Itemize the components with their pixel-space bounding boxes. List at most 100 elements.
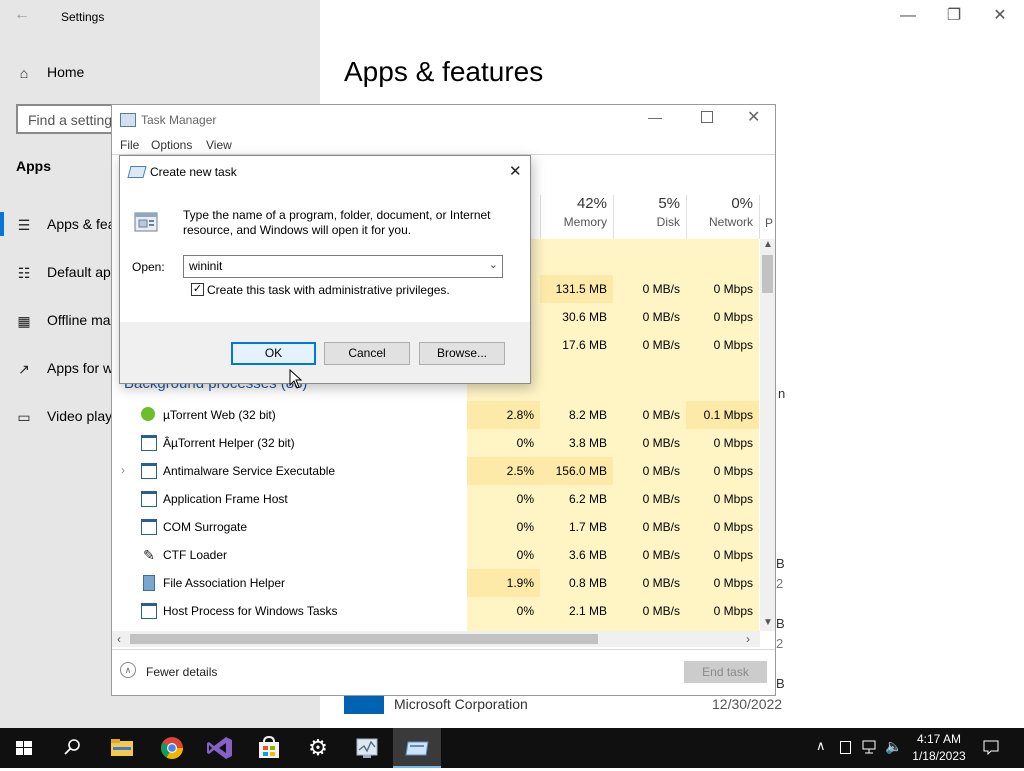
table-row[interactable]: Application Frame Host 0% 6.2 MB 0 MB/s … bbox=[112, 485, 759, 513]
visual-studio-icon[interactable] bbox=[196, 728, 244, 768]
process-name: Application Frame Host bbox=[163, 492, 288, 506]
chrome-icon[interactable] bbox=[148, 728, 196, 768]
show-hidden-icons-chevron-icon[interactable]: ∧ bbox=[816, 738, 826, 754]
peek-text: n bbox=[778, 386, 786, 401]
tray-app-icon[interactable] bbox=[840, 741, 851, 754]
cpu-value: 1.9% bbox=[467, 569, 540, 597]
run-dialog-taskbar-icon[interactable] bbox=[393, 728, 441, 768]
scroll-left-icon[interactable]: ‹ bbox=[117, 632, 121, 646]
menu-view[interactable]: View bbox=[206, 138, 232, 152]
column-disk[interactable]: 5% Disk bbox=[613, 195, 686, 239]
admin-checkbox[interactable]: ✓ bbox=[191, 283, 204, 296]
page-title: Apps & features bbox=[344, 56, 544, 87]
settings-gear-icon[interactable]: ⚙ bbox=[294, 728, 342, 768]
network-value: 0 Mbps bbox=[713, 548, 753, 562]
search-placeholder: Find a setting bbox=[28, 112, 113, 128]
close-icon[interactable]: ✕ bbox=[977, 0, 1023, 32]
process-name: COM Surrogate bbox=[163, 520, 248, 534]
windows-start-icon[interactable] bbox=[0, 728, 48, 768]
network-value: 0 Mbps bbox=[713, 520, 753, 534]
scroll-up-icon[interactable]: ▲ bbox=[763, 239, 773, 250]
memory-value: 17.6 MB bbox=[562, 338, 607, 352]
column-network[interactable]: 0% Network bbox=[686, 195, 759, 239]
app-window-icon bbox=[141, 463, 157, 479]
chevron-down-icon[interactable]: ⌄ bbox=[489, 258, 498, 271]
network-value: 0 Mbps bbox=[713, 576, 753, 590]
memory-value: 8.2 MB bbox=[568, 408, 607, 422]
volume-icon[interactable]: 🔈 bbox=[885, 738, 902, 755]
vertical-scroll-thumb[interactable] bbox=[762, 255, 773, 293]
fewer-details-chevron-icon[interactable]: ∧ bbox=[120, 662, 136, 678]
ok-button[interactable]: OK bbox=[231, 342, 316, 365]
fewer-details-link[interactable]: Fewer details bbox=[146, 665, 217, 679]
restore-icon[interactable]: ❐ bbox=[931, 0, 977, 32]
task-manager-taskbar-icon[interactable] bbox=[343, 728, 391, 768]
tm-minimize-icon[interactable]: — bbox=[648, 109, 662, 125]
minimize-icon[interactable]: — bbox=[885, 0, 931, 32]
menu-file[interactable]: File bbox=[120, 138, 139, 152]
file-explorer-icon[interactable] bbox=[98, 728, 146, 768]
memory-value: 30.6 MB bbox=[562, 310, 607, 324]
clock-date[interactable]: 1/18/2023 bbox=[910, 749, 968, 763]
vertical-scrollbar[interactable]: ▲ ▼ bbox=[760, 239, 775, 631]
open-combobox[interactable]: wininit ⌄ bbox=[183, 255, 503, 278]
end-task-button[interactable]: End task bbox=[684, 661, 767, 683]
network-value: 0 Mbps bbox=[713, 464, 753, 478]
nav-home[interactable]: ⌂ Home bbox=[0, 53, 320, 93]
peek-text: B bbox=[776, 556, 785, 571]
disk-value: 0 MB/s bbox=[642, 604, 680, 618]
mouse-pointer-icon bbox=[289, 368, 303, 389]
cancel-button[interactable]: Cancel bbox=[324, 342, 410, 365]
search-icon[interactable] bbox=[48, 728, 96, 768]
store-icon[interactable] bbox=[245, 728, 293, 768]
disk-percent: 5% bbox=[658, 195, 680, 212]
notifications-icon[interactable] bbox=[983, 740, 999, 756]
cpu-value: 2.8% bbox=[467, 401, 540, 429]
utorrent-icon bbox=[141, 407, 155, 421]
memory-value: 3.8 MB bbox=[568, 436, 607, 450]
table-row[interactable]: ✎ CTF Loader 0% 3.6 MB 0 MB/s 0 Mbps bbox=[112, 541, 759, 569]
horizontal-scrollbar[interactable]: ‹ › bbox=[112, 631, 760, 647]
network-percent: 0% bbox=[731, 195, 753, 212]
dialog-close-icon[interactable]: ✕ bbox=[509, 162, 522, 180]
process-name: ÂµTorrent Helper (32 bit) bbox=[163, 436, 295, 450]
memory-value: 6.2 MB bbox=[568, 492, 607, 506]
table-row[interactable]: COM Surrogate 0% 1.7 MB 0 MB/s 0 Mbps bbox=[112, 513, 759, 541]
memory-value: 3.6 MB bbox=[568, 548, 607, 562]
network-value: 0.1 Mbps bbox=[686, 401, 759, 429]
table-row[interactable]: ÂµTorrent Helper (32 bit) 0% 3.8 MB 0 MB… bbox=[112, 429, 759, 457]
cpu-value: 0% bbox=[516, 548, 534, 562]
disk-value: 0 MB/s bbox=[642, 310, 680, 324]
table-row[interactable]: File Association Helper 1.9% 0.8 MB 0 MB… bbox=[112, 569, 759, 597]
column-power[interactable]: P bbox=[759, 195, 776, 239]
table-row[interactable]: µTorrent Web (32 bit) 2.8% 8.2 MB 0 MB/s… bbox=[112, 401, 759, 429]
dialog-description: Type the name of a program, folder, docu… bbox=[183, 208, 491, 237]
memory-value: 131.5 MB bbox=[540, 275, 613, 303]
expand-chevron-icon[interactable]: › bbox=[121, 463, 125, 477]
disk-value: 0 MB/s bbox=[642, 576, 680, 590]
network-value: 0 Mbps bbox=[713, 436, 753, 450]
back-arrow-icon[interactable]: ← bbox=[14, 6, 30, 24]
tm-maximize-icon[interactable] bbox=[701, 111, 713, 123]
memory-value: 2.1 MB bbox=[568, 604, 607, 618]
network-icon[interactable] bbox=[862, 740, 878, 754]
open-label: Open: bbox=[132, 260, 165, 274]
scroll-right-icon[interactable]: › bbox=[746, 632, 750, 646]
ctf-pen-icon: ✎ bbox=[143, 547, 155, 563]
horizontal-scroll-thumb[interactable] bbox=[130, 634, 598, 644]
scroll-down-icon[interactable]: ▼ bbox=[763, 617, 773, 628]
admin-checkbox-label[interactable]: Create this task with administrative pri… bbox=[207, 283, 450, 297]
column-memory[interactable]: 42% Memory bbox=[540, 195, 613, 239]
nav-home-label: Home bbox=[47, 64, 85, 80]
table-row[interactable]: Host Process for Windows Tasks 0% 2.1 MB… bbox=[112, 597, 759, 625]
process-name: CTF Loader bbox=[163, 548, 228, 562]
clock-time[interactable]: 4:17 AM bbox=[915, 732, 963, 746]
menu-options[interactable]: Options bbox=[151, 138, 192, 152]
browse-button[interactable]: Browse... bbox=[419, 342, 505, 365]
process-name: Antimalware Service Executable bbox=[163, 464, 336, 478]
disk-value: 0 MB/s bbox=[642, 464, 680, 478]
tm-close-icon[interactable]: ✕ bbox=[747, 107, 760, 127]
table-row[interactable]: › Antimalware Service Executable 2.5% 15… bbox=[112, 457, 759, 485]
app-date: 12/30/2022 bbox=[712, 696, 783, 712]
open-input-value[interactable]: wininit bbox=[189, 259, 222, 273]
